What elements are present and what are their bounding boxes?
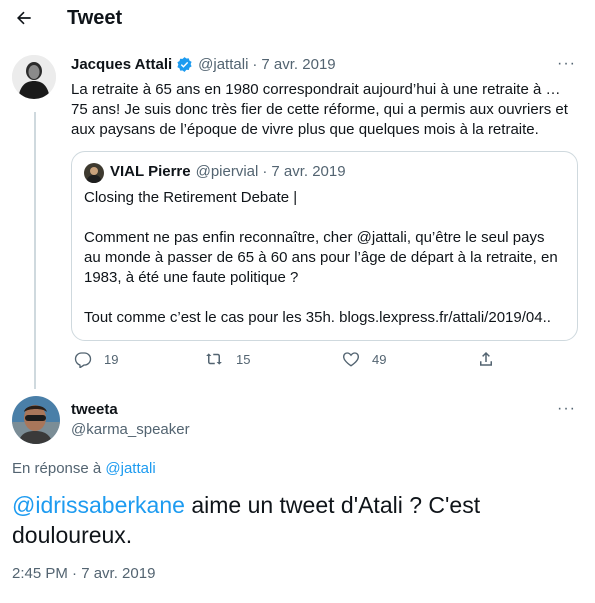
reply-more-options-icon[interactable]: ··· (557, 400, 576, 418)
quoted-text-paragraph: Comment ne pas enfin reconnaître, cher @… (84, 229, 558, 286)
reply-button[interactable]: 19 (74, 350, 118, 368)
author-handle[interactable]: @jattali (198, 56, 248, 73)
like-button[interactable]: 49 (342, 350, 386, 368)
retweet-count: 15 (236, 351, 251, 367)
heart-icon (342, 350, 360, 368)
like-count: 49 (372, 351, 387, 367)
page-title: Tweet (67, 7, 123, 29)
retweet-icon (204, 350, 224, 368)
avatar-vial-pierre[interactable] (84, 163, 104, 183)
more-options-icon[interactable]: ··· (557, 55, 576, 73)
tweet-date[interactable]: 7 avr. 2019 (261, 56, 335, 73)
reply-context-label: En réponse à (12, 460, 102, 477)
avatar-tweeta[interactable] (12, 396, 60, 444)
tweet-actions: 19 15 49 (71, 350, 501, 374)
quoted-author-handle[interactable]: @piervial (196, 163, 259, 180)
quoted-separator-dot: · (262, 163, 268, 180)
share-icon (477, 350, 495, 368)
quoted-tweet[interactable]: VIAL Pierre @piervial · 7 avr. 2019 Clos… (71, 151, 578, 341)
reply-context-mention[interactable]: @jattali (105, 460, 155, 477)
quoted-tweet-date[interactable]: 7 avr. 2019 (271, 163, 345, 180)
retweet-button[interactable]: 15 (204, 350, 250, 368)
reply-author-handle[interactable]: @karma_speaker (71, 421, 190, 438)
back-arrow-icon[interactable] (12, 6, 36, 30)
thread-connector-line (34, 112, 36, 389)
reply-tweet-text: @idrissaberkane aime un tweet d'Atali ? … (12, 490, 582, 550)
author-name[interactable]: Jacques Attali (71, 56, 172, 73)
top-bar: Tweet (0, 0, 595, 36)
reply-text-part2: douloureux. (12, 522, 133, 548)
quoted-text-last: Tout comme c’est le cas pour les 35h. bl… (84, 309, 551, 326)
quoted-author-name[interactable]: VIAL Pierre (110, 163, 191, 180)
tweet-text: La retraite à 65 ans en 1980 correspondr… (71, 81, 568, 138)
separator-dot: · (252, 56, 258, 73)
reply-icon (74, 350, 92, 368)
quoted-text-line1: Closing the Retirement Debate | (84, 189, 298, 206)
reply-text-part1: aime un tweet d'Atali ? C'est (184, 492, 481, 518)
mention-link[interactable]: @idrissaberkane (12, 492, 185, 518)
reply-author-name[interactable]: tweeta (71, 401, 118, 418)
reply-count: 19 (104, 351, 119, 367)
verified-badge-icon (176, 56, 193, 73)
avatar-jacques-attali[interactable] (12, 55, 56, 99)
reply-context: En réponse à @jattali (12, 460, 156, 477)
share-button[interactable] (477, 350, 495, 368)
reply-timestamp[interactable]: 2:45 PM · 7 avr. 2019 (12, 565, 155, 582)
